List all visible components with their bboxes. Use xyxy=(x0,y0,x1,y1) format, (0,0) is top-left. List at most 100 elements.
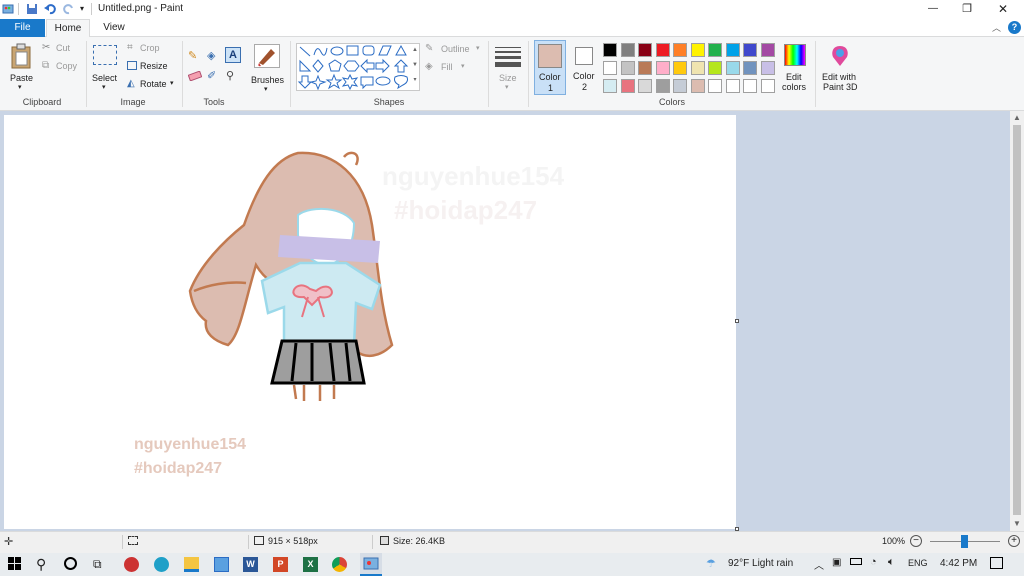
color2-button[interactable]: Color 2 xyxy=(569,40,601,95)
outline-button[interactable]: ✎ Outline ▾ xyxy=(425,43,485,57)
palette-swatch[interactable] xyxy=(725,43,740,57)
palette-swatch[interactable] xyxy=(708,79,722,93)
undo-icon[interactable] xyxy=(44,2,57,15)
palette-swatch[interactable] xyxy=(760,43,775,57)
drawing-canvas[interactable]: nguyenhue154 #hoidap247 ??? nguyenhue154… xyxy=(4,115,736,529)
powerpoint-icon[interactable]: P xyxy=(273,557,288,572)
scroll-up-icon[interactable]: ▲ xyxy=(1013,113,1021,122)
file-size: Size: 26.4KB xyxy=(393,536,446,546)
cut-button[interactable]: ✂ Cut xyxy=(40,42,80,56)
edit-colors-button[interactable]: Edit colors xyxy=(778,41,812,93)
weather-icon[interactable]: ☂ xyxy=(706,557,716,570)
paint-taskbar-icon[interactable] xyxy=(360,553,382,576)
language-indicator[interactable]: ENG xyxy=(908,558,928,568)
minimize-button[interactable]: — xyxy=(922,0,944,18)
tab-home[interactable]: Home xyxy=(46,19,90,38)
start-windows-icon[interactable] xyxy=(8,557,23,572)
app-icon-1[interactable] xyxy=(124,557,139,572)
tab-file[interactable]: File xyxy=(0,19,45,37)
customize-qat-icon[interactable]: ▾ xyxy=(80,4,84,13)
zoom-slider-thumb[interactable] xyxy=(961,535,968,548)
edit-with-paint3d-button[interactable]: Edit with Paint 3D xyxy=(818,41,862,93)
file-explorer-icon[interactable] xyxy=(184,557,199,572)
edge-icon[interactable] xyxy=(154,557,169,572)
palette-swatch[interactable] xyxy=(725,79,740,93)
palette-swatch[interactable] xyxy=(690,43,705,57)
shapes-scroll[interactable]: ▲ ▼ ▾ xyxy=(410,43,420,91)
collapse-ribbon-icon[interactable]: ︿ xyxy=(992,21,1001,34)
color2-number: 2 xyxy=(582,82,588,92)
palette-swatch[interactable] xyxy=(708,43,722,57)
weather-text[interactable]: 92°F Light rain xyxy=(728,558,793,569)
chrome-icon[interactable] xyxy=(332,557,347,572)
palette-swatch[interactable] xyxy=(603,43,617,57)
resize-button[interactable]: Resize xyxy=(125,60,173,74)
color1-button[interactable]: Color 1 xyxy=(534,40,566,95)
eraser-tool[interactable] xyxy=(187,70,203,82)
search-icon[interactable]: ⚲ xyxy=(36,557,51,572)
help-icon[interactable]: ? xyxy=(1008,21,1021,34)
palette-swatch[interactable] xyxy=(725,61,740,75)
palette-swatch[interactable] xyxy=(760,61,775,75)
scroll-down-icon[interactable]: ▼ xyxy=(1013,519,1021,528)
save-icon[interactable] xyxy=(26,3,38,15)
palette-swatch[interactable] xyxy=(743,79,757,93)
pencil-tool[interactable]: ✎ xyxy=(188,49,202,63)
show-hidden-icons[interactable]: ︿ xyxy=(814,557,824,572)
palette-swatch[interactable] xyxy=(603,61,617,75)
palette-swatch[interactable] xyxy=(620,79,635,93)
vertical-scrollbar[interactable]: ▲ ▼ xyxy=(1010,111,1024,531)
palette-swatch[interactable] xyxy=(690,61,705,75)
palette-swatch[interactable] xyxy=(620,61,635,75)
wifi-icon[interactable]: ◔ xyxy=(870,556,877,568)
action-center-icon[interactable] xyxy=(990,557,1003,569)
redo-icon[interactable] xyxy=(62,2,75,15)
tab-view[interactable]: View xyxy=(92,19,136,37)
palette-swatch[interactable] xyxy=(673,61,687,75)
palette-swatch[interactable] xyxy=(743,43,757,57)
palette-swatch[interactable] xyxy=(655,61,670,75)
palette-swatch[interactable] xyxy=(620,43,635,57)
text-tool[interactable]: A xyxy=(225,47,241,63)
maximize-button[interactable]: ❐ xyxy=(956,0,978,18)
canvas-resize-handle-right[interactable] xyxy=(735,319,739,323)
meet-now-icon[interactable]: ▣ xyxy=(832,557,841,568)
excel-icon[interactable]: X xyxy=(303,557,318,572)
battery-icon[interactable] xyxy=(850,558,862,565)
this-pc-icon[interactable] xyxy=(214,557,229,572)
shapes-gallery[interactable] xyxy=(296,43,420,91)
palette-swatch[interactable] xyxy=(638,61,652,75)
task-view-icon[interactable]: ⧉ xyxy=(93,557,108,572)
color-picker-tool[interactable]: ✐ xyxy=(207,69,221,83)
palette-swatch[interactable] xyxy=(743,61,757,75)
clock[interactable]: 4:42 PM xyxy=(940,558,977,569)
palette-swatch[interactable] xyxy=(673,43,687,57)
word-icon[interactable]: W xyxy=(243,557,258,572)
magnifier-tool[interactable]: ⚲ xyxy=(226,69,240,83)
close-button[interactable]: ✕ xyxy=(992,0,1014,18)
palette-swatch[interactable] xyxy=(760,79,775,93)
fill-button[interactable]: ◈ Fill ▾ xyxy=(425,61,485,75)
palette-swatch[interactable] xyxy=(638,79,652,93)
crop-button[interactable]: ⌗ Crop xyxy=(125,42,169,56)
fill-tool[interactable]: ◈ xyxy=(207,49,221,63)
paste-button[interactable]: Paste ▾ xyxy=(6,41,36,91)
palette-swatch[interactable] xyxy=(603,79,617,93)
paint-app-icon[interactable] xyxy=(2,3,14,15)
palette-swatch[interactable] xyxy=(638,43,652,57)
brushes-button[interactable]: Brushes ▾ xyxy=(250,41,286,93)
cortana-icon[interactable] xyxy=(64,557,77,570)
select-button[interactable]: Select ▾ xyxy=(90,41,120,93)
scroll-thumb[interactable] xyxy=(1013,125,1021,515)
zoom-in-button[interactable]: + xyxy=(1008,535,1020,547)
size-button[interactable]: Size ▾ xyxy=(492,41,524,93)
palette-swatch[interactable] xyxy=(655,79,670,93)
palette-swatch[interactable] xyxy=(673,79,687,93)
palette-swatch[interactable] xyxy=(690,79,705,93)
zoom-out-button[interactable]: − xyxy=(910,535,922,547)
palette-swatch[interactable] xyxy=(655,43,670,57)
copy-button[interactable]: ⧉ Copy xyxy=(40,60,80,74)
rotate-button[interactable]: ◭ Rotate ▾ xyxy=(125,78,177,92)
volume-icon[interactable]: 🔈︎ xyxy=(888,556,895,569)
palette-swatch[interactable] xyxy=(708,61,722,75)
